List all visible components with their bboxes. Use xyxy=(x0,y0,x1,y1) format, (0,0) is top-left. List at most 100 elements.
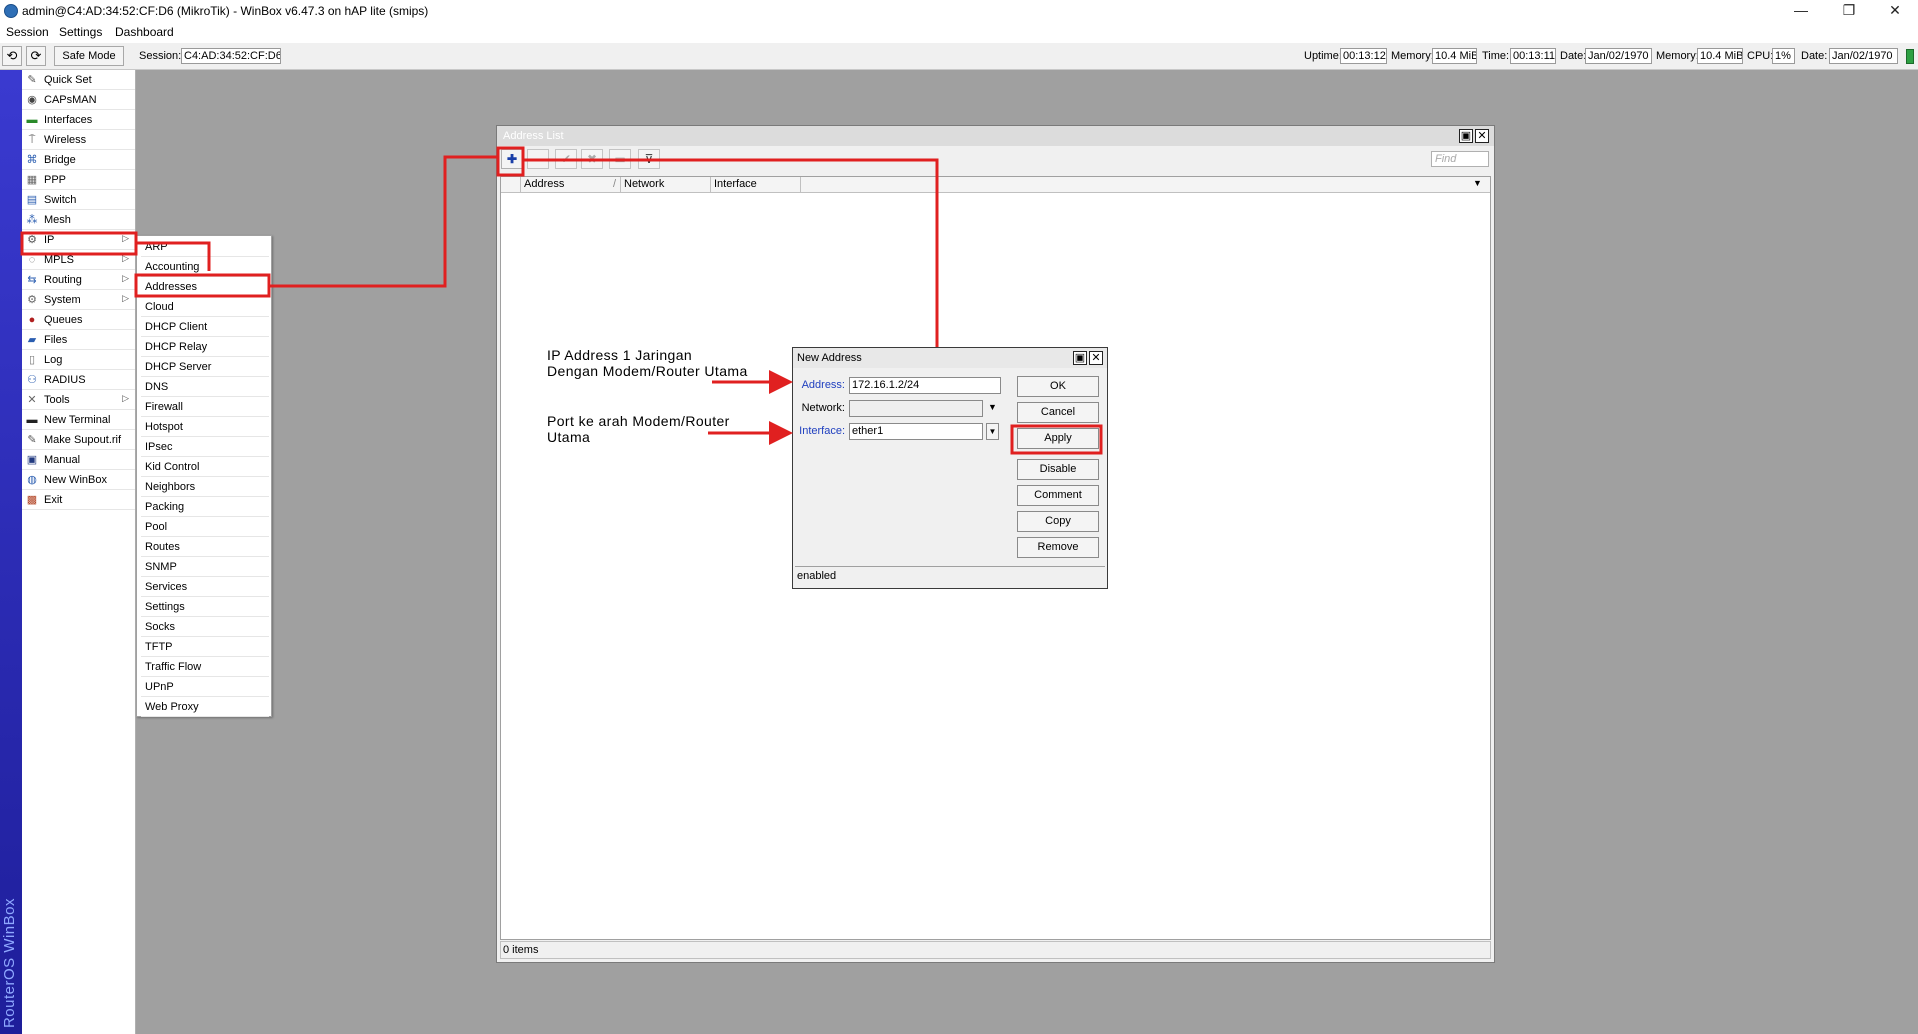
annotation-port-line2: Utama xyxy=(547,429,591,445)
menu-item-manual[interactable]: ▣ Manual xyxy=(22,450,135,470)
menu-settings[interactable]: Settings xyxy=(59,25,102,39)
menu-item-log[interactable]: ▯ Log xyxy=(22,350,135,370)
filter-icon[interactable]: ⊽ xyxy=(638,149,660,169)
menu-dashboard[interactable]: Dashboard xyxy=(115,25,174,39)
menu-item-ppp[interactable]: ▦ PPP xyxy=(22,170,135,190)
menu-item-queues[interactable]: ● Queues xyxy=(22,310,135,330)
menu-session[interactable]: Session xyxy=(6,25,49,39)
enable-icon[interactable]: ✔ xyxy=(555,149,577,169)
menu-item-capsman[interactable]: ◉ CAPsMAN xyxy=(22,90,135,110)
new-address-dialog: New Address ▣ ✕ Address: 172.16.1.2/24 N… xyxy=(792,347,1108,589)
submenu-item-label: Web Proxy xyxy=(145,701,199,713)
submenu-item-label: DHCP Client xyxy=(145,321,208,333)
stat-memory-label: Memory: xyxy=(1391,50,1434,62)
menu-item-label: IP xyxy=(44,234,55,246)
submenu-item-kid-control[interactable]: Kid Control xyxy=(141,457,269,477)
address-list-title: Address List xyxy=(503,130,564,142)
menu-item-quick-set[interactable]: ✎ Quick Set xyxy=(22,70,135,90)
menu-item-switch[interactable]: ▤ Switch xyxy=(22,190,135,210)
menu-item-routing[interactable]: ⇆ Routing ▷ xyxy=(22,270,135,290)
menu-item-radius[interactable]: ⚇ RADIUS xyxy=(22,370,135,390)
close-icon[interactable]: ✕ xyxy=(1089,351,1103,365)
disable-button[interactable]: Disable xyxy=(1017,459,1099,480)
network-dropdown-icon[interactable]: ▼ xyxy=(988,402,997,412)
menu-item-wireless[interactable]: ⍑ Wireless xyxy=(22,130,135,150)
comment-button[interactable]: Comment xyxy=(1017,485,1099,506)
menu-item-bridge[interactable]: ⌘ Bridge xyxy=(22,150,135,170)
find-input[interactable]: Find xyxy=(1431,151,1489,167)
column-interface[interactable]: Interface xyxy=(711,177,801,193)
submenu-item-tftp[interactable]: TFTP xyxy=(141,637,269,657)
copy-button[interactable]: Copy xyxy=(1017,511,1099,532)
session-field[interactable]: C4:AD:34:52:CF:D6 xyxy=(181,48,281,64)
submenu-item-dns[interactable]: DNS xyxy=(141,377,269,397)
menu-item-exit[interactable]: ▩ Exit xyxy=(22,490,135,510)
menu-item-ip[interactable]: ⚙ IP ▷ xyxy=(22,230,135,250)
menu-item-mpls[interactable]: ◌ MPLS ▷ xyxy=(22,250,135,270)
submenu-item-addresses[interactable]: Addresses xyxy=(141,277,269,297)
interface-dropdown-icon[interactable]: ▼ xyxy=(986,423,999,440)
menu-item-mesh[interactable]: ⁂ Mesh xyxy=(22,210,135,230)
apply-button[interactable]: Apply xyxy=(1017,428,1099,449)
submenu-item-dhcp-server[interactable]: DHCP Server xyxy=(141,357,269,377)
submenu-item-neighbors[interactable]: Neighbors xyxy=(141,477,269,497)
submenu-item-accounting[interactable]: Accounting xyxy=(141,257,269,277)
restore-icon[interactable]: ▣ xyxy=(1459,129,1473,143)
redo-icon[interactable]: ⟳ xyxy=(26,46,46,66)
submenu-item-traffic-flow[interactable]: Traffic Flow xyxy=(141,657,269,677)
submenu-item-services[interactable]: Services xyxy=(141,577,269,597)
submenu-item-ipsec[interactable]: IPsec xyxy=(141,437,269,457)
submenu-item-socks[interactable]: Socks xyxy=(141,617,269,637)
menu-item-interfaces[interactable]: ▬ Interfaces xyxy=(22,110,135,130)
submenu-item-settings[interactable]: Settings xyxy=(141,597,269,617)
address-list-titlebar[interactable]: Address List ▣ ✕ xyxy=(497,126,1494,146)
undo-icon[interactable]: ⟲ xyxy=(2,46,22,66)
cancel-button[interactable]: Cancel xyxy=(1017,402,1099,423)
add-icon[interactable]: ✚ xyxy=(501,149,523,169)
submenu-item-upnp[interactable]: UPnP xyxy=(141,677,269,697)
safe-mode-button[interactable]: Safe Mode xyxy=(54,46,124,66)
submenu-item-arp[interactable]: ARP xyxy=(141,237,269,257)
submenu-item-packing[interactable]: Packing xyxy=(141,497,269,517)
menu-item-label: Switch xyxy=(44,194,77,206)
submenu-item-hotspot[interactable]: Hotspot xyxy=(141,417,269,437)
submenu-item-web-proxy[interactable]: Web Proxy xyxy=(141,697,269,717)
main-menu: ✎ Quick Set ◉ CAPsMAN ▬ Interfaces ⍑ Wireless ⌘ B… xyxy=(22,70,136,1034)
submenu-item-cloud[interactable]: Cloud xyxy=(141,297,269,317)
stat-date2-value: Jan/02/1970 xyxy=(1829,48,1898,64)
menu-item-new-terminal[interactable]: ▬ New Terminal xyxy=(22,410,135,430)
maximize-button[interactable]: ❐ xyxy=(1826,0,1872,22)
tools-icon: ✕ xyxy=(27,394,37,406)
minimize-button[interactable]: — xyxy=(1778,0,1824,22)
menu-item-label: Routing xyxy=(44,274,82,286)
column-address[interactable]: Address / xyxy=(521,177,621,193)
submenu-item-dhcp-relay[interactable]: DHCP Relay xyxy=(141,337,269,357)
network-input[interactable] xyxy=(849,400,983,417)
wireless-icon: ⍑ xyxy=(28,134,36,146)
submenu-item-pool[interactable]: Pool xyxy=(141,517,269,537)
submenu-item-dhcp-client[interactable]: DHCP Client xyxy=(141,317,269,337)
remove-icon[interactable]: − xyxy=(527,149,549,169)
column-menu-icon[interactable]: ▼ xyxy=(1473,178,1482,188)
new-address-titlebar[interactable]: New Address ▣ ✕ xyxy=(793,348,1107,368)
disable-icon[interactable]: ✖ xyxy=(581,149,603,169)
remove-button[interactable]: Remove xyxy=(1017,537,1099,558)
column-network[interactable]: Network xyxy=(621,177,711,193)
menu-item-files[interactable]: ▰ Files xyxy=(22,330,135,350)
menu-item-tools[interactable]: ✕ Tools ▷ xyxy=(22,390,135,410)
close-button[interactable]: ✕ xyxy=(1872,0,1918,22)
menu-item-new-winbox[interactable]: ◍ New WinBox xyxy=(22,470,135,490)
menu-item-make-supout-rif[interactable]: ✎ Make Supout.rif xyxy=(22,430,135,450)
close-icon[interactable]: ✕ xyxy=(1475,129,1489,143)
restore-icon[interactable]: ▣ xyxy=(1073,351,1087,365)
column-selector[interactable] xyxy=(501,177,521,193)
submenu-item-label: Kid Control xyxy=(145,461,200,473)
interface-select[interactable]: ether1 xyxy=(849,423,983,440)
comment-icon[interactable]: ▭ xyxy=(609,149,631,169)
submenu-item-snmp[interactable]: SNMP xyxy=(141,557,269,577)
submenu-item-routes[interactable]: Routes xyxy=(141,537,269,557)
menu-item-system[interactable]: ⚙ System ▷ xyxy=(22,290,135,310)
address-input[interactable]: 172.16.1.2/24 xyxy=(849,377,1001,394)
ok-button[interactable]: OK xyxy=(1017,376,1099,397)
submenu-item-firewall[interactable]: Firewall xyxy=(141,397,269,417)
